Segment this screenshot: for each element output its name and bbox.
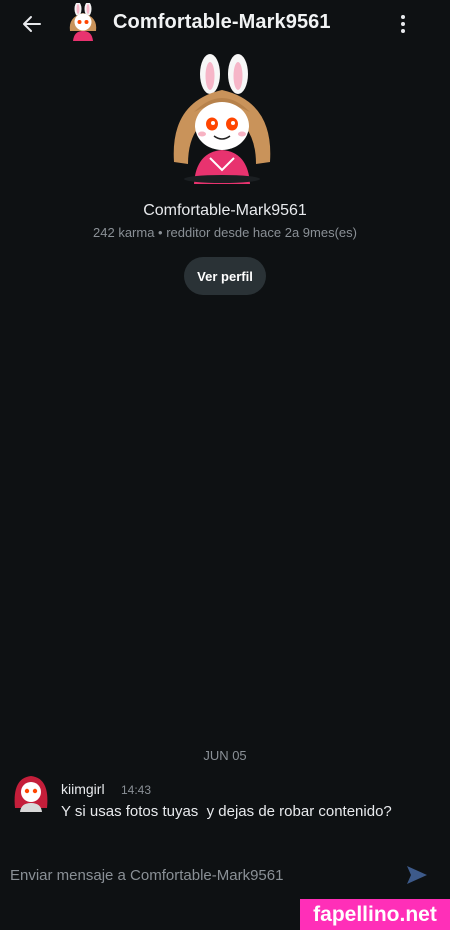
more-options-button[interactable] xyxy=(390,10,416,38)
arrow-left-icon xyxy=(23,16,41,32)
message-timestamp: 14:43 xyxy=(121,783,152,797)
profile-meta: 242 karma • redditor desde hace 2a 9mes(… xyxy=(93,225,357,240)
watermark: fapellino.net xyxy=(300,899,450,930)
view-profile-button[interactable]: Ver perfil xyxy=(184,257,266,295)
header-title: Comfortable-Mark9561 xyxy=(113,11,331,33)
date-divider: JUN 05 xyxy=(203,748,247,763)
send-button[interactable] xyxy=(403,862,431,888)
message-author[interactable]: kiimgirl xyxy=(61,781,105,797)
back-button[interactable] xyxy=(18,10,46,38)
chat-header: Comfortable-Mark9561 xyxy=(0,0,450,48)
message-text: Y si usas fotos tuyas y dejas de robar c… xyxy=(61,803,392,820)
more-vertical-icon xyxy=(401,15,405,33)
header-avatar[interactable] xyxy=(64,2,102,41)
profile-username: Comfortable-Mark9561 xyxy=(143,202,307,219)
message-composer xyxy=(0,852,450,898)
send-icon xyxy=(407,866,427,884)
profile-avatar[interactable] xyxy=(160,52,284,184)
message-author-avatar[interactable] xyxy=(12,772,50,812)
message-input[interactable] xyxy=(10,862,385,888)
